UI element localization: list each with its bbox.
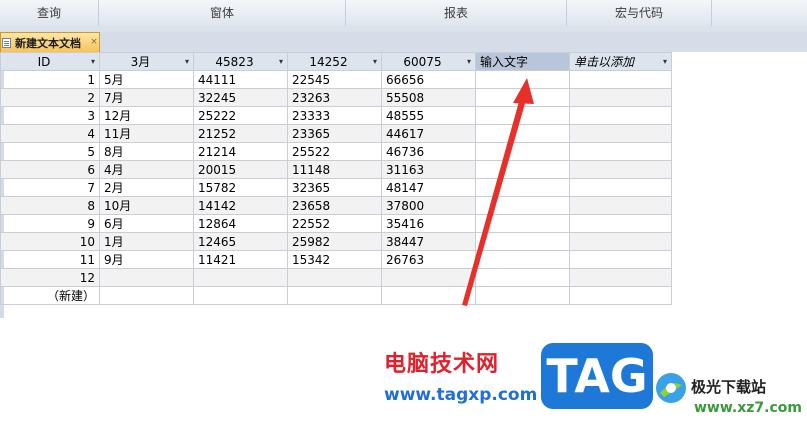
watermark-site-name: 电脑技术网 (384, 352, 500, 377)
annotation-arrow-head (513, 78, 534, 104)
tag-logo: TAG (541, 343, 653, 409)
watermark-xz-name: 极光下载站 (691, 378, 767, 396)
watermark-site-url: www.tagxp.com (384, 385, 538, 405)
watermark-xz-url: www.xz7.com (694, 400, 802, 416)
annotation-arrow-shaft (462, 98, 526, 306)
xz7-logo-icon (656, 373, 686, 403)
